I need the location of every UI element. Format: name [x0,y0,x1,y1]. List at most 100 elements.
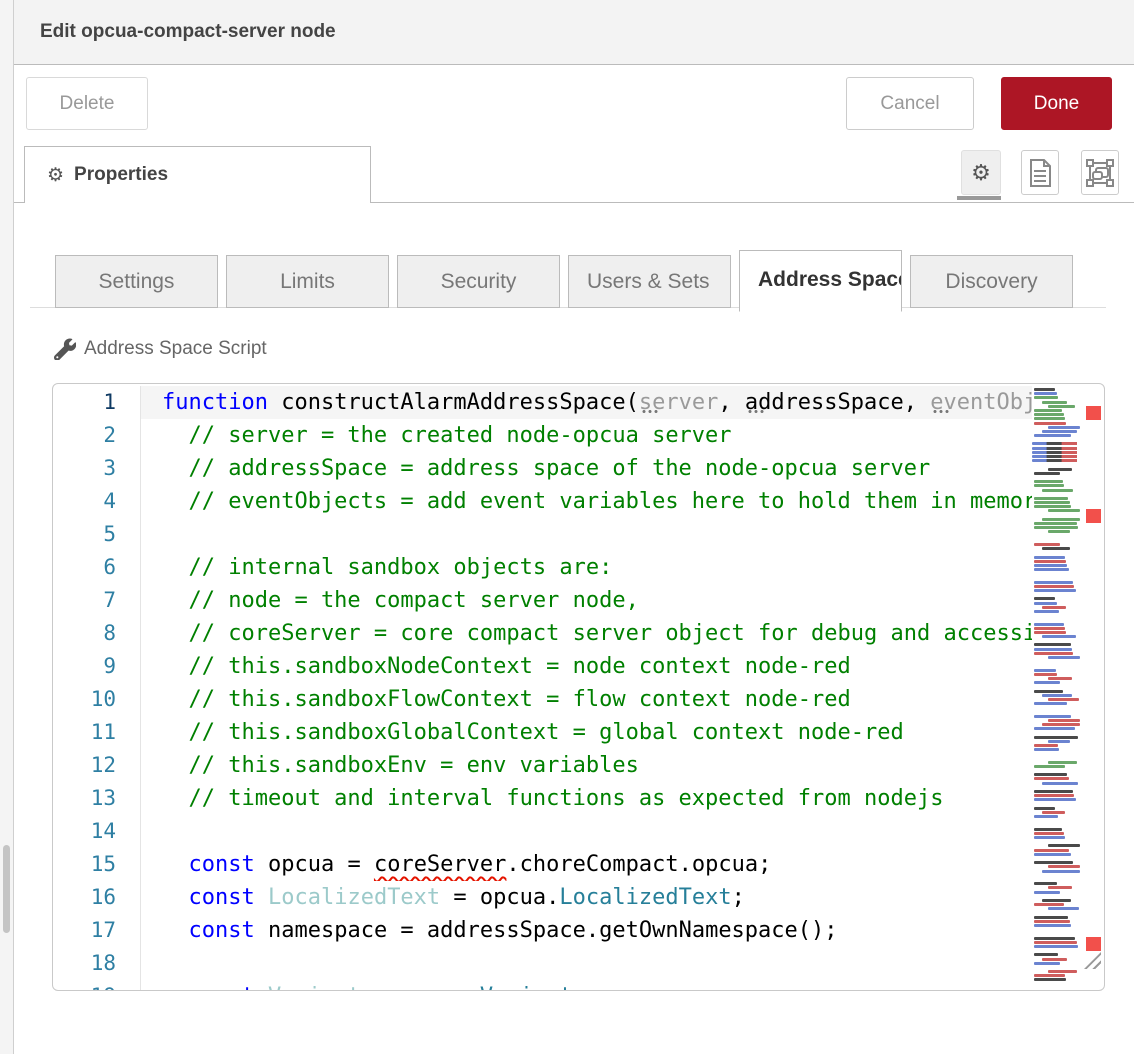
overview-ruler[interactable] [1079,384,1105,990]
minimap-row [1032,614,1079,617]
tab-users-sets[interactable]: Users & Sets [568,255,731,308]
minimap-row [1032,706,1079,709]
minimap-row [1034,773,1067,776]
code-token: // node = the compact server node, [162,588,639,613]
code-token: Variant [268,984,361,991]
line-number: 10 [53,683,141,716]
code-token: // this.sandboxEnv = env variables [162,753,639,778]
minimap-row [1032,878,1079,881]
code-token: // coreServer = core compact server obje… [162,621,1032,646]
tab-properties[interactable]: ⚙ Properties [24,146,371,203]
minimap-row [1048,865,1080,868]
minimap-row [1034,736,1078,739]
minimap-row [1034,480,1063,483]
code-editor: 1function constructAlarmAddressSpace(ser… [52,383,1105,991]
delete-button[interactable]: Delete [26,77,148,130]
code-token: // server = the created node-opcua serve… [162,423,732,448]
minimap-row [1032,911,1079,914]
dialog-title: Edit opcua-compact-server node [14,0,1134,64]
gear-icon: ⚙ [47,164,64,187]
minimap-row [1034,903,1064,906]
code-token: , [718,390,745,415]
minimap-row [1034,702,1067,705]
minimap-row [1034,522,1077,525]
code-line: 6 // internal sandbox objects are: [53,551,1032,584]
tab-security[interactable]: Security [397,255,560,308]
code-line: 3 // addressSpace = address space of the… [53,452,1032,485]
minimap-row [1032,949,1079,952]
minimap-row [1042,635,1076,638]
minimap-row [1034,627,1065,630]
tab-limits[interactable]: Limits [226,255,389,308]
description-icon-button[interactable] [1021,150,1059,195]
code-token: // internal sandbox objects are: [162,555,612,580]
minimap-row [1034,790,1073,793]
code-line: 9 // this.sandboxNodeContext = node cont… [53,650,1032,683]
minimap-row [1034,610,1059,613]
editor-minimap[interactable] [1032,388,1079,988]
code-text: const opcua = coreServer.choreCompact.op… [141,848,1032,881]
line-number: 11 [53,716,141,749]
code-token: ; [573,984,586,991]
minimap-row [1034,417,1065,420]
code-line: 5 [53,518,1032,551]
minimap-row [1034,828,1062,831]
minimap-row [1034,681,1060,684]
minimap-row [1032,769,1079,772]
minimap-row [1032,539,1079,542]
minimap-row [1032,786,1079,789]
code-text: const LocalizedText = opcua.LocalizedTex… [141,881,1032,914]
line-number: 19 [53,980,141,991]
line-number: 1 [53,386,141,419]
done-button[interactable]: Done [1001,77,1112,130]
code-token: eventObjects [930,390,1032,415]
minimap-row [1032,493,1079,496]
minimap-row [1032,459,1079,462]
minimap-row [1034,472,1060,475]
minimap-row [1034,849,1069,852]
minimap-row [1032,857,1079,860]
cancel-button[interactable]: Cancel [846,77,974,130]
editor-tab-bar: ⚙ Properties ⚙ [14,146,1134,203]
minimap-row [1034,585,1074,588]
minimap-row [1048,970,1077,973]
code-line: 4 // eventObjects = add event variables … [53,485,1032,518]
code-line: 2 // server = the created node-opcua ser… [53,419,1032,452]
code-token: addressSpace [745,390,904,415]
properties-icon-button[interactable]: ⚙ [961,150,1001,195]
code-token: const [189,984,255,991]
minimap-row [1042,489,1073,492]
minimap-row [1034,748,1059,751]
minimap-row [1034,953,1058,956]
error-marker[interactable] [1086,937,1101,951]
minimap-row [1032,731,1079,734]
appearance-icon-button[interactable] [1081,150,1119,195]
code-text: // this.sandboxNodeContext = node contex… [141,650,1032,683]
tab-label: Address Space [758,268,902,291]
tab-address-space[interactable]: Address Space [739,250,902,312]
minimap-row [1034,497,1068,500]
minimap-row [1032,618,1079,621]
minimap-row [1034,891,1060,894]
minimap-row [1032,639,1079,642]
properties-label: Properties [74,164,168,186]
minimap-row [1032,576,1079,579]
minimap-row [1048,426,1080,429]
code-line: 11 // this.sandboxGlobalContext = global… [53,716,1032,749]
tab-settings[interactable]: Settings [55,255,218,308]
code-token [162,918,189,943]
code-text: // this.sandboxEnv = env variables [141,749,1032,782]
code-token: , [904,390,931,415]
code-token: .choreCompact.opcua; [506,852,771,877]
minimap-row [1034,690,1063,693]
minimap-row [1048,405,1075,408]
tab-discovery[interactable]: Discovery [910,255,1073,308]
error-marker[interactable] [1086,406,1101,420]
code-text: // this.sandboxFlowContext = flow contex… [141,683,1032,716]
error-marker[interactable] [1086,509,1101,523]
code-area[interactable]: 1function constructAlarmAddressSpace(ser… [53,386,1032,991]
minimap-row [1032,983,1079,986]
minimap-row [1048,509,1080,512]
left-scrollbar-thumb[interactable] [3,845,10,933]
code-text [141,947,1032,980]
